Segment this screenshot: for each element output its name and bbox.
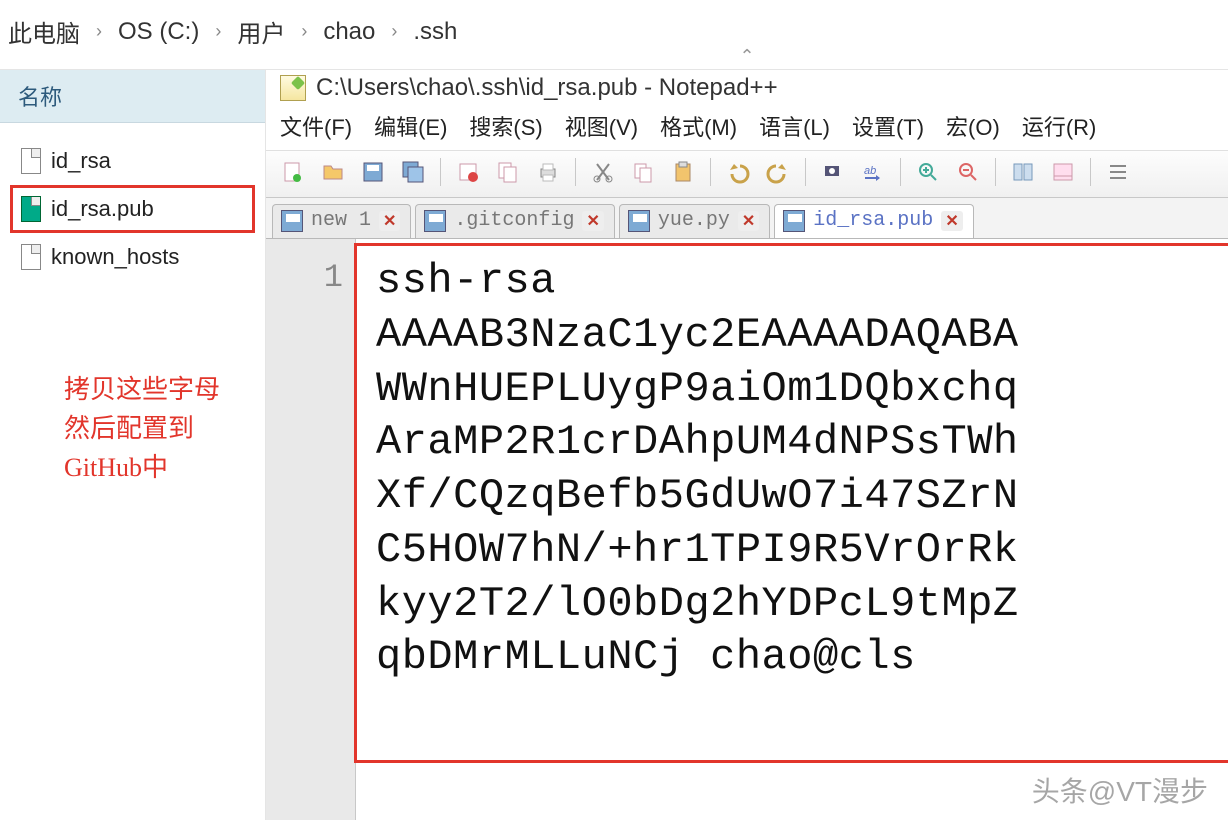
tab-id-rsa-pub[interactable]: id_rsa.pub ✕ [774, 204, 973, 238]
notepad-window: ⌃ C:\Users\chao\.ssh\id_rsa.pub - Notepa… [266, 70, 1228, 820]
zoom-out-icon[interactable] [951, 155, 985, 189]
file-item-id-rsa-pub[interactable]: id_rsa.pub [10, 185, 255, 233]
menu-view[interactable]: 视图(V) [565, 110, 638, 142]
watermark: 头条@VT漫步 [1032, 770, 1208, 810]
tab-label: .gitconfig [454, 209, 574, 232]
breadcrumb-item[interactable]: .ssh [409, 16, 461, 48]
file-icon [21, 244, 41, 270]
menu-edit[interactable]: 编辑(E) [374, 110, 447, 142]
menu-language[interactable]: 语言(L) [759, 110, 830, 142]
svg-text:ab: ab [864, 165, 876, 177]
tab-label: id_rsa.pub [813, 209, 933, 232]
menu-run[interactable]: 运行(R) [1022, 110, 1097, 142]
copy-icon[interactable] [626, 155, 660, 189]
save-all-icon[interactable] [396, 155, 430, 189]
toolbar: ab [266, 150, 1228, 198]
tab-label: yue.py [658, 209, 730, 232]
tab-close-icon[interactable]: ✕ [582, 211, 603, 231]
close-icon[interactable] [451, 155, 485, 189]
notepadpp-app-icon [280, 75, 306, 101]
redo-icon[interactable] [761, 155, 795, 189]
file-name: id_rsa [51, 148, 111, 174]
find-icon[interactable] [816, 155, 850, 189]
pub-file-icon [21, 196, 41, 222]
tab-new-1[interactable]: new 1 ✕ [272, 204, 411, 238]
window-title: C:\Users\chao\.ssh\id_rsa.pub - Notepad+… [316, 74, 778, 102]
tab-close-icon[interactable]: ✕ [941, 211, 962, 231]
menu-settings[interactable]: 设置(T) [852, 110, 924, 142]
window-titlebar[interactable]: C:\Users\chao\.ssh\id_rsa.pub - Notepad+… [266, 70, 1228, 108]
callout-annotation: 拷贝这些字母 然后配置到 GitHub中 [64, 370, 220, 487]
show-all-icon[interactable] [1046, 155, 1080, 189]
tab-close-icon[interactable]: ✕ [738, 211, 759, 231]
file-name: id_rsa.pub [51, 196, 154, 222]
menu-search[interactable]: 搜索(S) [469, 110, 542, 142]
disk-icon [424, 210, 446, 232]
file-name: known_hosts [51, 244, 179, 270]
chevron-right-icon: › [391, 21, 397, 42]
chevron-right-icon: › [96, 21, 102, 42]
menu-file[interactable]: 文件(F) [280, 110, 352, 142]
breadcrumb-item[interactable]: 此电脑 [4, 12, 84, 51]
chevron-right-icon: › [215, 21, 221, 42]
disk-icon [628, 210, 650, 232]
file-list-pane: 名称 id_rsa id_rsa.pub known_hosts 拷贝这些字母 … [0, 70, 266, 820]
file-item-id-rsa[interactable]: id_rsa [10, 137, 255, 185]
copy-all-icon[interactable] [491, 155, 525, 189]
undo-icon[interactable] [721, 155, 755, 189]
editor-content[interactable]: ssh-rsa AAAAB3NzaC1yc2EAAAADAQABA WWnHUE… [356, 239, 1031, 820]
menu-macro[interactable]: 宏(O) [946, 110, 1000, 142]
tab-label: new 1 [311, 209, 371, 232]
tab-close-icon[interactable]: ✕ [379, 211, 400, 231]
menubar: 文件(F) 编辑(E) 搜索(S) 视图(V) 格式(M) 语言(L) 设置(T… [266, 108, 1228, 150]
chevron-up-icon: ⌃ [266, 46, 1228, 67]
tab-yue-py[interactable]: yue.py ✕ [619, 204, 770, 238]
cut-icon[interactable] [586, 155, 620, 189]
disk-icon [281, 210, 303, 232]
save-icon[interactable] [356, 155, 390, 189]
tab-gitconfig[interactable]: .gitconfig ✕ [415, 204, 614, 238]
menu-format[interactable]: 格式(M) [660, 110, 737, 142]
paste-icon[interactable] [666, 155, 700, 189]
wrap-icon[interactable] [1006, 155, 1040, 189]
replace-icon[interactable]: ab [856, 155, 890, 189]
editor-area[interactable]: 1 ssh-rsa AAAAB3NzaC1yc2EAAAADAQABA WWnH… [266, 239, 1228, 820]
new-file-icon[interactable] [276, 155, 310, 189]
file-icon [21, 148, 41, 174]
print-icon[interactable] [531, 155, 565, 189]
editor-tabs: new 1 ✕ .gitconfig ✕ yue.py ✕ id_rsa.pub… [266, 198, 1228, 239]
column-header-name[interactable]: 名称 [0, 70, 265, 123]
breadcrumb-item[interactable]: chao [319, 16, 379, 48]
chevron-right-icon: › [301, 21, 307, 42]
list-icon[interactable] [1101, 155, 1135, 189]
file-item-known-hosts[interactable]: known_hosts [10, 233, 255, 281]
line-number-gutter: 1 [266, 239, 356, 820]
zoom-in-icon[interactable] [911, 155, 945, 189]
open-icon[interactable] [316, 155, 350, 189]
breadcrumb-item[interactable]: OS (C:) [114, 16, 203, 48]
disk-icon [783, 210, 805, 232]
